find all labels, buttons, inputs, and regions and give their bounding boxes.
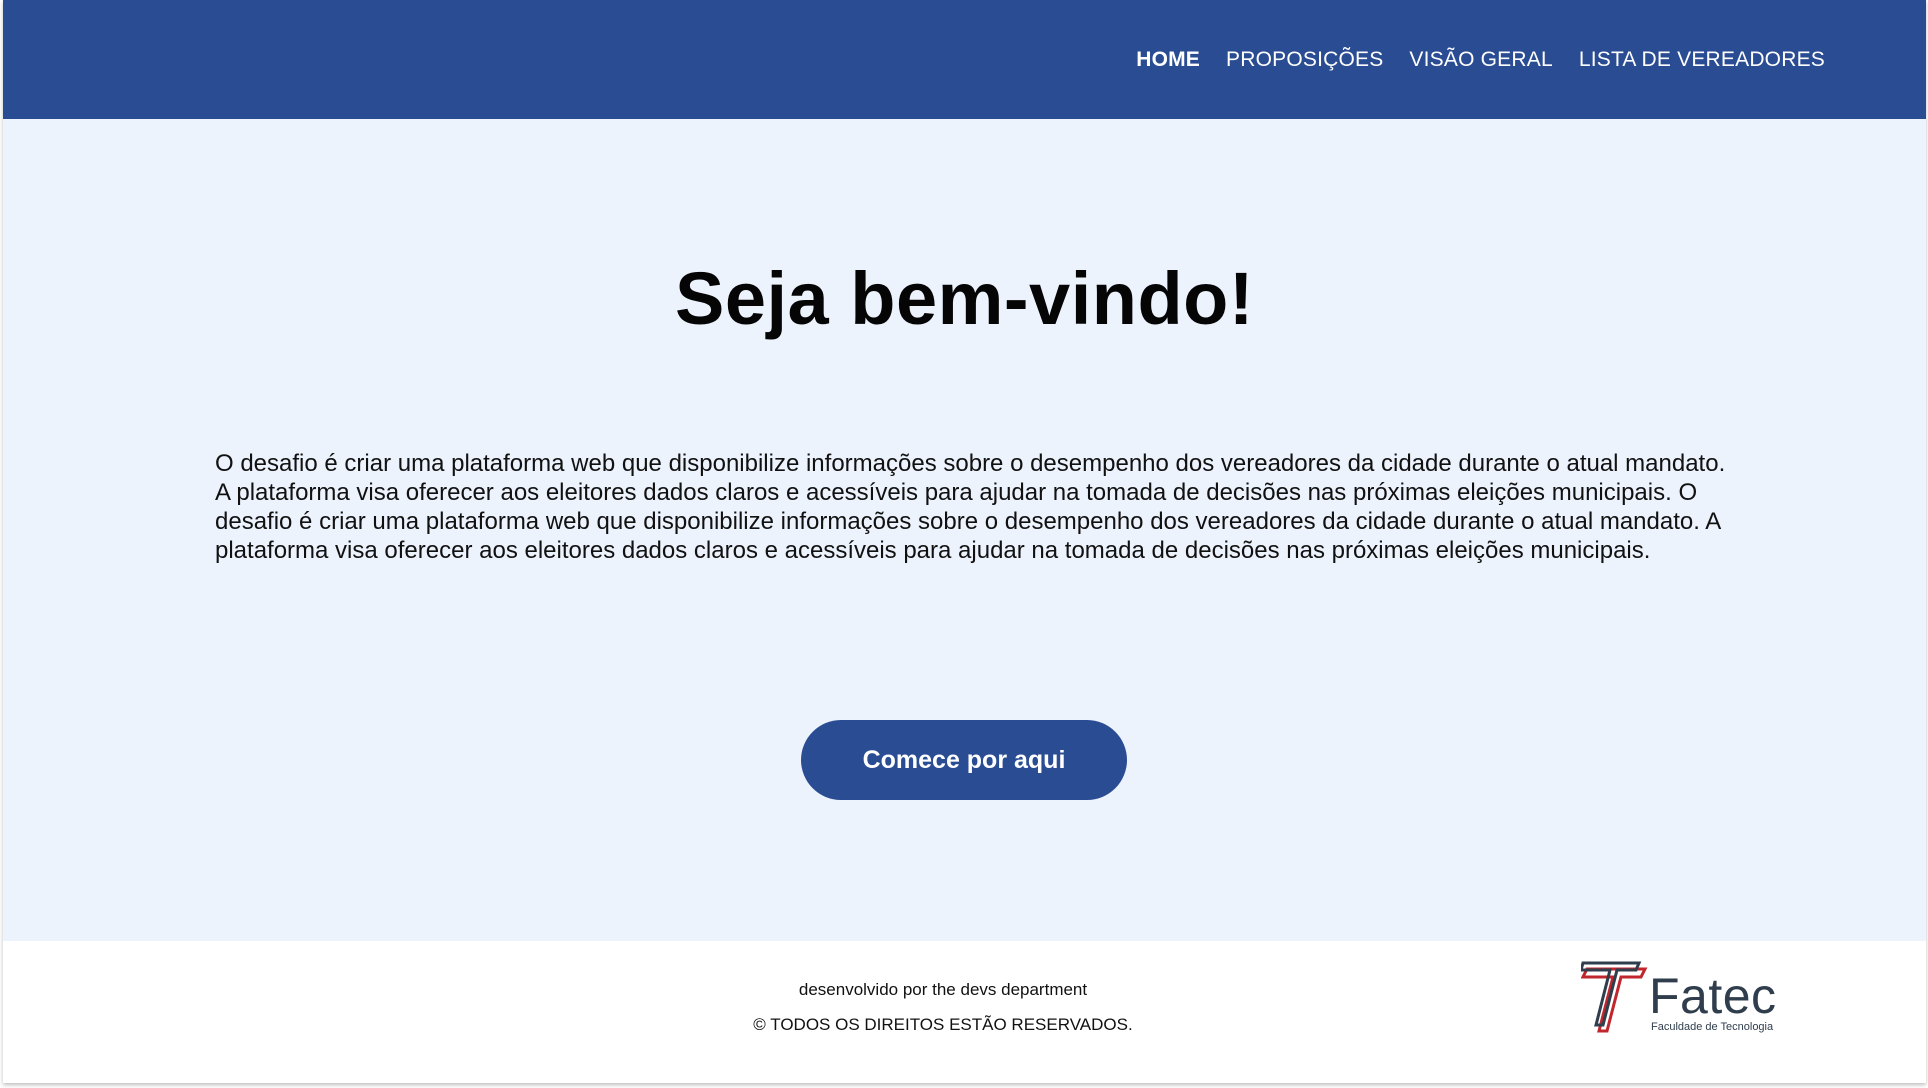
nav-lista-vereadores-link[interactable]: LISTA DE VEREADORES	[1579, 48, 1825, 72]
hero-section: Seja bem-vindo! O desafio é criar uma pl…	[3, 119, 1926, 941]
footer: desenvolvido por the devs department © T…	[3, 941, 1926, 1083]
logo-wordmark: Fatec	[1649, 968, 1777, 1024]
fatec-logo: Fatec Faculdade de Tecnologia	[1581, 961, 1791, 1041]
page-title: Seja bem-vindo!	[674, 257, 1255, 340]
nav-visao-geral-link[interactable]: VISÃO GERAL	[1409, 48, 1552, 72]
copyright-notice: © TODOS OS DIREITOS ESTÃO RESERVADOS.	[753, 1015, 1133, 1034]
fatec-logo-icon	[1581, 961, 1648, 1033]
page-frame: HOME PROPOSIÇÕES VISÃO GERAL LISTA DE VE…	[3, 0, 1926, 1083]
footer-credits: desenvolvido por the devs department © T…	[743, 981, 1143, 1051]
main-nav: HOME PROPOSIÇÕES VISÃO GERAL LISTA DE VE…	[1110, 48, 1825, 72]
developer-credit: desenvolvido por the devs department	[798, 980, 1088, 999]
logo-subtitle: Faculdade de Tecnologia	[1651, 1021, 1774, 1033]
start-here-button[interactable]: Comece por aqui	[801, 720, 1127, 800]
intro-paragraph: O desafio é criar uma plataforma web que…	[215, 450, 1726, 564]
nav-proposicoes-link[interactable]: PROPOSIÇÕES	[1226, 48, 1383, 72]
top-navbar: HOME PROPOSIÇÕES VISÃO GERAL LISTA DE VE…	[3, 0, 1926, 119]
nav-home-link[interactable]: HOME	[1136, 48, 1200, 72]
